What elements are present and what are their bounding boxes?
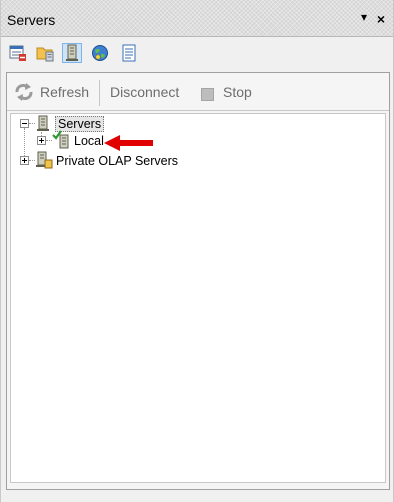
close-icon[interactable]: × [377,11,385,27]
stop-icon[interactable] [201,88,214,101]
server-connected-icon [52,130,72,150]
document-icon[interactable] [120,44,138,62]
panel-title-bar: Servers ▾ × [1,0,393,37]
disconnect-button[interactable]: Disconnect [110,84,179,100]
refresh-icon[interactable] [13,82,35,102]
folder-icon[interactable] [36,44,54,62]
panel-title: Servers [7,12,56,28]
expand-local-icon[interactable] [37,136,46,145]
red-arrow-annotation-icon [104,135,154,151]
command-separator [99,80,100,106]
stop-button[interactable]: Stop [223,84,252,100]
panel-bottom-strip [1,492,393,502]
server-icon[interactable] [62,43,82,63]
tree-node-local[interactable]: Local [74,134,104,148]
server-tree[interactable]: Servers Local Private OLAP Servers [10,113,386,483]
refresh-button[interactable]: Refresh [40,84,89,100]
collapse-servers-icon[interactable] [20,119,29,128]
servers-root-icon [36,115,50,131]
olap-server-icon [35,151,53,169]
tree-line [29,123,35,124]
expand-private-olap-icon[interactable] [20,156,29,165]
server-explorer-frame: Refresh Disconnect Stop Servers Local Pr… [6,72,390,490]
pin-dropdown-icon[interactable]: ▾ [361,10,367,24]
icon-toolbar [1,38,393,70]
server-list-icon[interactable] [9,44,27,62]
globe-icon[interactable] [91,44,109,62]
command-bar: Refresh Disconnect Stop [7,73,389,111]
servers-panel: Servers ▾ × Refresh Disconnect Stop Serv… [0,0,394,502]
tree-node-private-olap-servers[interactable]: Private OLAP Servers [56,154,178,168]
